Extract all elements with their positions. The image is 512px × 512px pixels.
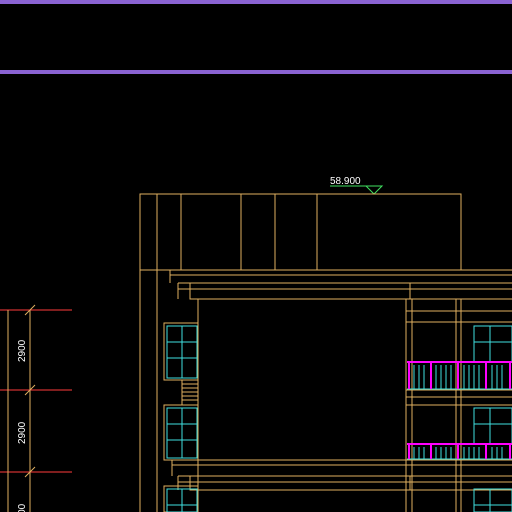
dimension-chain: 2900 2900 2900	[0, 304, 72, 512]
railing-lower	[407, 443, 512, 460]
dimension-label-2: 2900	[17, 421, 28, 444]
elevation-marker: 58.900	[330, 176, 384, 195]
windows	[166, 325, 512, 512]
elevation-label: 58.900	[330, 176, 361, 187]
window-right-middle	[473, 407, 512, 445]
cad-drawing-canvas[interactable]: 58.900 2900 2900	[0, 0, 512, 512]
building-elevation	[139, 193, 512, 512]
window-left-upper	[166, 325, 198, 379]
stair-hatch	[182, 383, 198, 401]
dimension-label-1: 2900	[17, 339, 28, 362]
window-right-upper	[473, 325, 512, 363]
window-left-lower	[166, 488, 198, 512]
railing-upper	[407, 361, 512, 390]
frame-band-top	[0, 0, 512, 4]
frame-band-bottom	[0, 70, 512, 74]
balcony-railings	[407, 361, 512, 460]
window-right-lower	[473, 488, 512, 512]
dimension-label-3: 2900	[17, 503, 28, 512]
window-left-middle	[166, 407, 198, 459]
